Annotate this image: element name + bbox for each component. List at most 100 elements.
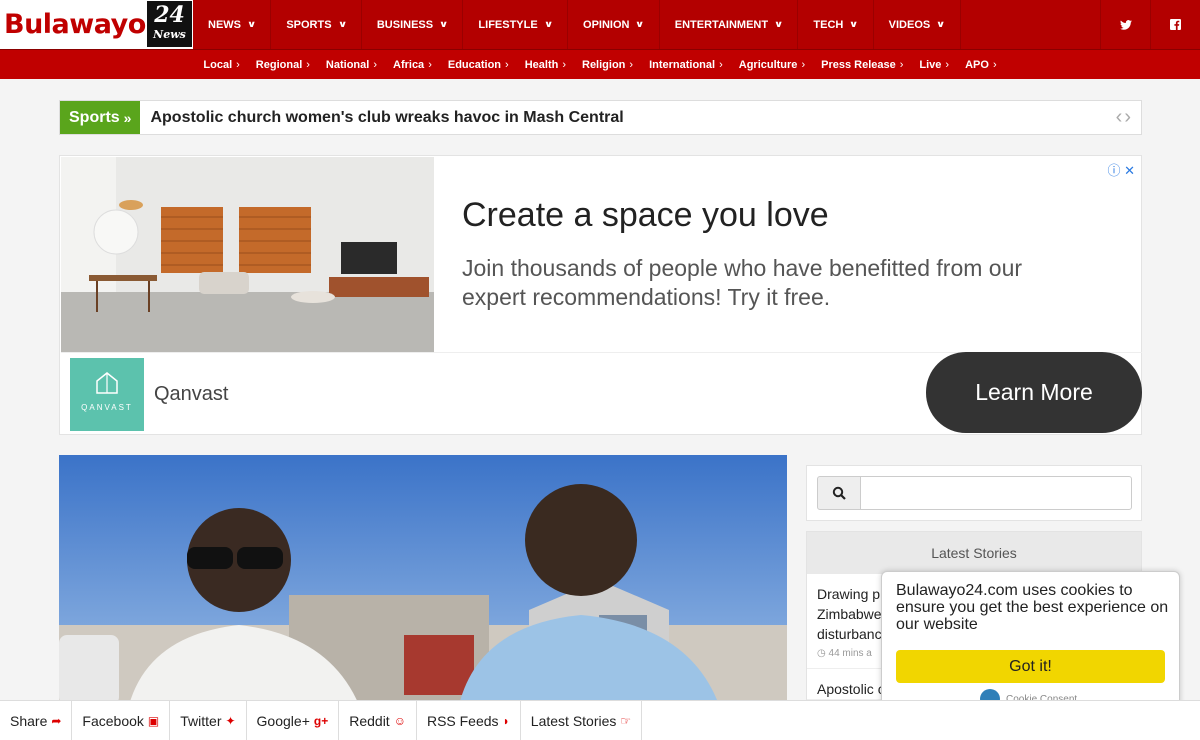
facebook-icon[interactable] xyxy=(1150,0,1200,49)
learn-more-button[interactable]: Learn More xyxy=(926,352,1142,433)
ad-headline[interactable]: Create a space you love xyxy=(462,196,829,235)
chevron-right-icon: › xyxy=(992,58,997,71)
menu-label: VIDEOS xyxy=(888,18,931,31)
subnav-label: Agriculture xyxy=(738,58,798,71)
double-chevron-right-icon: » xyxy=(123,109,132,126)
chevron-right-icon[interactable]: › xyxy=(1124,106,1133,128)
article-photo[interactable] xyxy=(59,455,787,705)
subnav-label: Regional xyxy=(255,58,303,71)
latest-stories-button[interactable]: Latest Stories ☞ xyxy=(521,701,643,740)
subnav-item-live[interactable]: Live › xyxy=(911,59,957,71)
rss-feeds-button[interactable]: RSS Feeds ◗ xyxy=(417,701,521,740)
search-input[interactable] xyxy=(860,476,1132,510)
chevron-down-icon: ∨ xyxy=(849,19,859,29)
share-google-plus-button[interactable]: Google+ g+ xyxy=(247,701,340,740)
chevron-right-icon: › xyxy=(719,58,723,71)
subnav-label: APO xyxy=(965,58,989,71)
share-label: Reddit xyxy=(349,712,390,729)
ad-info-icon[interactable]: ⓘ ✕ xyxy=(1107,160,1135,179)
got-it-button[interactable]: Got it! xyxy=(896,650,1165,683)
chevron-right-icon: › xyxy=(629,58,634,71)
menu-item-sports[interactable]: SPORTS ∨ xyxy=(271,0,362,49)
share-reddit-button[interactable]: Reddit ☺ xyxy=(339,701,417,740)
hand-pointer-icon: ☞ xyxy=(620,713,632,728)
share-label: Twitter xyxy=(180,712,222,729)
cookie-message: Bulawayo24.com uses cookies to ensure yo… xyxy=(896,582,1169,633)
ticker-category[interactable]: Sports » xyxy=(60,101,141,134)
menu-label: NEWS xyxy=(208,18,241,31)
ad-image[interactable] xyxy=(61,157,434,352)
twitter-icon[interactable] xyxy=(1100,0,1150,49)
chevron-down-icon: ∨ xyxy=(246,19,257,29)
ticker-category-label: Sports xyxy=(69,108,120,126)
share-bar: Share ➦ Facebook ▣ Twitter ✦ Google+ g+ Redd… xyxy=(0,700,1200,740)
menu-item-tech[interactable]: TECH ∨ xyxy=(798,0,874,49)
chevron-right-icon: › xyxy=(505,58,509,71)
share-icon: ➦ xyxy=(51,713,62,728)
subnav-item-agriculture[interactable]: Agriculture › xyxy=(731,59,813,71)
share-button[interactable]: Share ➦ xyxy=(0,701,73,740)
subnav-item-regional[interactable]: Regional › xyxy=(248,59,318,71)
share-twitter-button[interactable]: Twitter ✦ xyxy=(170,701,247,740)
menu-item-news[interactable]: NEWS ∨ xyxy=(193,0,272,49)
ticker-headline[interactable]: Apostolic church women's club wreaks hav… xyxy=(150,109,623,127)
share-label: Facebook xyxy=(82,712,144,729)
subnav-item-religion[interactable]: Religion › xyxy=(574,59,641,71)
share-label: Latest Stories xyxy=(530,712,617,729)
advertisement[interactable]: ⓘ ✕ Create a space you love Join thousan… xyxy=(59,155,1142,435)
subnav-item-education[interactable]: Education › xyxy=(440,59,517,71)
chevron-right-icon: › xyxy=(428,58,432,71)
menu-label: ENTERTAINMENT xyxy=(674,18,769,31)
ticker-controls: ‹› xyxy=(1116,106,1133,129)
google-plus-icon: g+ xyxy=(313,713,329,728)
subnav-label: International xyxy=(649,58,716,71)
rss-icon: ◗ xyxy=(502,713,510,728)
site-logo[interactable]: Bulawayo 24 News xyxy=(0,0,193,49)
menu-label: SPORTS xyxy=(286,18,332,31)
facebook-icon: ▣ xyxy=(147,713,160,728)
menu-item-business[interactable]: BUSINESS ∨ xyxy=(362,0,464,49)
subnav-label: Local xyxy=(203,58,233,71)
sidebar-search xyxy=(806,465,1142,521)
logo-badge: 24 News xyxy=(147,1,192,47)
chevron-down-icon: ∨ xyxy=(543,19,554,29)
subnav-label: Africa xyxy=(393,58,425,71)
subnav-item-health[interactable]: Health › xyxy=(517,59,574,71)
subnav-item-apo[interactable]: APO › xyxy=(957,59,1005,71)
chevron-right-icon: › xyxy=(562,58,566,71)
subnav-label: Press Release xyxy=(821,58,896,71)
menu-item-entertainment[interactable]: ENTERTAINMENT ∨ xyxy=(660,0,799,49)
menu-item-lifestyle[interactable]: LIFESTYLE ∨ xyxy=(463,0,569,49)
menu-item-opinion[interactable]: OPINION ∨ xyxy=(568,0,660,49)
subnav-label: Live xyxy=(919,58,942,71)
subnav-item-international[interactable]: International › xyxy=(641,59,731,71)
social-links xyxy=(1100,0,1200,49)
logo-badge-word: News xyxy=(153,28,186,41)
news-ticker: Sports » Apostolic church women's club w… xyxy=(59,100,1142,135)
sub-navbar: Local › Regional › National › Africa › Educa… xyxy=(0,49,1200,79)
main-menu: NEWS ∨ SPORTS ∨ BUSINESS ∨ LIFESTYLE ∨ OPINI… xyxy=(193,0,961,49)
subnav-label: National xyxy=(325,58,370,71)
twitter-icon: ✦ xyxy=(225,713,236,728)
latest-stories-title: Latest Stories xyxy=(807,532,1141,574)
subnav-label: Health xyxy=(524,58,559,71)
subnav-item-africa[interactable]: Africa › xyxy=(385,59,440,71)
subnav-item-national[interactable]: National › xyxy=(318,59,385,71)
menu-label: OPINION xyxy=(583,18,630,31)
ad-brand-logo[interactable]: QANVAST xyxy=(70,358,144,431)
menu-label: LIFESTYLE xyxy=(478,18,538,31)
search-icon xyxy=(832,486,846,500)
chevron-right-icon: › xyxy=(945,58,950,71)
share-label: RSS Feeds xyxy=(426,712,499,729)
chevron-down-icon: ∨ xyxy=(635,19,645,29)
subnav-item-press-release[interactable]: Press Release › xyxy=(813,59,911,71)
subnav-label: Religion xyxy=(582,58,626,71)
menu-label: TECH xyxy=(813,18,844,31)
ad-brand-name[interactable]: Qanvast xyxy=(154,383,228,406)
share-facebook-button[interactable]: Facebook ▣ xyxy=(72,701,171,740)
subnav-item-local[interactable]: Local › xyxy=(195,59,247,71)
menu-item-videos[interactable]: VIDEOS ∨ xyxy=(874,0,961,49)
cookie-consent-popup: Bulawayo24.com uses cookies to ensure yo… xyxy=(881,571,1180,711)
story-time-text: 44 mins a xyxy=(828,648,872,659)
search-button[interactable] xyxy=(817,476,861,510)
